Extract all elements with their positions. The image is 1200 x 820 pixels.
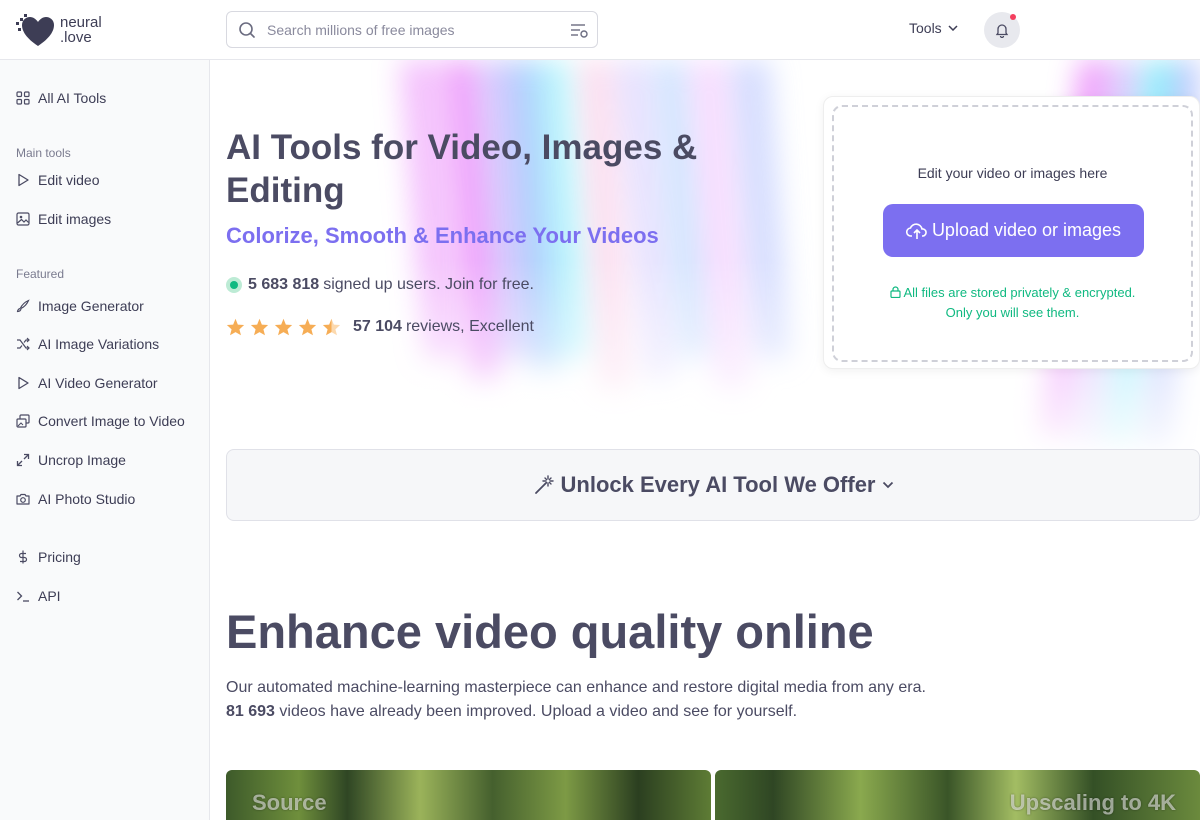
camera-icon bbox=[16, 493, 30, 505]
heart-logo-icon bbox=[16, 14, 54, 46]
section-desc-line-2: videos have already been improved. Uploa… bbox=[279, 703, 798, 720]
sidebar: All AI Tools Main tools Edit video Edit … bbox=[0, 60, 210, 820]
sidebar-item-api[interactable]: API bbox=[16, 588, 61, 604]
secure-line-2: Only you will see them. bbox=[945, 305, 1080, 320]
sidebar-item-video-generator[interactable]: AI Video Generator bbox=[16, 375, 158, 391]
sidebar-item-label: AI Image Variations bbox=[38, 336, 160, 352]
sidebar-item-label: Edit video bbox=[38, 172, 100, 188]
sidebar-item-image-to-video[interactable]: Convert Image to Video bbox=[16, 413, 185, 429]
tools-dropdown[interactable]: Tools bbox=[909, 20, 958, 36]
signup-stats: 5 683 818 signed up users. Join for free… bbox=[226, 276, 534, 294]
users-count: 5 683 818 bbox=[248, 276, 320, 293]
section-desc-line-1: Our automated machine-learning masterpie… bbox=[226, 679, 926, 696]
shuffle-icon bbox=[17, 337, 30, 351]
notification-dot bbox=[1010, 14, 1016, 20]
secure-line-1: All files are stored privately & encrypt… bbox=[903, 285, 1136, 300]
star-half-icon bbox=[322, 318, 341, 336]
sidebar-item-image-variations[interactable]: AI Image Variations bbox=[16, 336, 159, 352]
section-title: Enhance video quality online bbox=[226, 605, 874, 658]
sidebar-item-label: AI Video Generator bbox=[38, 375, 158, 391]
sidebar-item-image-generator[interactable]: Image Generator bbox=[16, 298, 144, 314]
sidebar-item-label: Edit images bbox=[38, 211, 112, 227]
star-icon bbox=[298, 318, 317, 336]
terminal-icon bbox=[17, 591, 29, 602]
upload-button[interactable]: Upload video or images bbox=[883, 204, 1144, 257]
sidebar-item-all-tools[interactable]: All AI Tools bbox=[16, 90, 106, 106]
sidebar-item-photo-studio[interactable]: AI Photo Studio bbox=[16, 491, 135, 507]
videos-count: 81 693 bbox=[226, 703, 275, 720]
logo-text-line2: .love bbox=[60, 29, 92, 46]
image-icon bbox=[16, 212, 30, 226]
star-icon bbox=[250, 318, 269, 336]
search-bar bbox=[226, 11, 598, 48]
upload-hint: Edit your video or images here bbox=[917, 165, 1108, 181]
upload-card: Edit your video or images here Upload vi… bbox=[823, 96, 1200, 369]
sidebar-item-label: AI Photo Studio bbox=[38, 491, 136, 507]
search-filter-icon[interactable] bbox=[561, 21, 597, 39]
before-after-comparison[interactable]: Source Upscaling to 4K bbox=[226, 770, 1200, 820]
sidebar-item-edit-images[interactable]: Edit images bbox=[16, 211, 111, 227]
reviews-summary: 57 104 reviews, Excellent bbox=[226, 318, 534, 336]
main-content: AI Tools for Video, Images & Editing Col… bbox=[210, 60, 1200, 820]
dollar-icon bbox=[18, 550, 28, 564]
grid-icon bbox=[16, 91, 30, 105]
rating-stars bbox=[226, 318, 341, 336]
play-icon bbox=[18, 376, 29, 390]
sidebar-item-label: Image Generator bbox=[38, 298, 144, 314]
reviews-text: reviews, Excellent bbox=[405, 318, 534, 335]
upload-button-label: Upload video or images bbox=[931, 220, 1122, 240]
section-description: Our automated machine-learning masterpie… bbox=[226, 676, 926, 724]
sidebar-item-edit-video[interactable]: Edit video bbox=[16, 172, 99, 188]
sidebar-item-pricing[interactable]: Pricing bbox=[16, 549, 81, 565]
sidebar-heading-main: Main tools bbox=[16, 146, 71, 160]
sidebar-item-label: API bbox=[38, 588, 61, 604]
top-header: neural .love Tools bbox=[0, 0, 1200, 60]
bell-icon bbox=[995, 24, 1009, 38]
unlock-all-tools-button[interactable]: Unlock Every AI Tool We Offer bbox=[226, 449, 1200, 521]
hero-subtitle: Colorize, Smooth & Enhance Your Videos bbox=[226, 223, 659, 248]
upscaled-label: Upscaling to 4K bbox=[1009, 790, 1176, 815]
sidebar-item-label: Pricing bbox=[38, 549, 81, 565]
brush-icon bbox=[16, 299, 30, 313]
source-preview: Source bbox=[226, 770, 711, 820]
secure-note: All files are stored privately & encrypt… bbox=[834, 283, 1191, 323]
search-input[interactable] bbox=[267, 21, 561, 38]
reviews-count: 57 104 bbox=[353, 318, 402, 335]
play-icon bbox=[18, 173, 29, 187]
images-stack-icon bbox=[16, 414, 30, 428]
cloud-upload-icon bbox=[905, 222, 927, 239]
users-text: signed up users. Join for free. bbox=[323, 276, 534, 293]
upscaled-preview: Upscaling to 4K bbox=[715, 770, 1200, 820]
expand-icon bbox=[16, 453, 30, 467]
notifications-button[interactable] bbox=[984, 12, 1020, 48]
sidebar-item-uncrop[interactable]: Uncrop Image bbox=[16, 452, 126, 468]
logo[interactable]: neural .love bbox=[16, 12, 102, 48]
logo-text-line1: neural bbox=[60, 14, 102, 31]
search-icon bbox=[227, 21, 267, 39]
star-icon bbox=[274, 318, 293, 336]
tools-label: Tools bbox=[909, 20, 942, 36]
magic-wand-icon bbox=[534, 475, 554, 494]
source-label: Source bbox=[252, 790, 327, 815]
sidebar-item-label: Convert Image to Video bbox=[38, 413, 185, 429]
unlock-label: Unlock Every AI Tool We Offer bbox=[560, 472, 876, 497]
sidebar-heading-featured: Featured bbox=[16, 267, 65, 281]
sidebar-item-label: Uncrop Image bbox=[38, 452, 126, 468]
live-indicator-icon bbox=[226, 277, 242, 293]
lock-icon bbox=[889, 286, 901, 299]
sidebar-item-label: All AI Tools bbox=[38, 90, 107, 106]
star-icon bbox=[226, 318, 245, 336]
chevron-down-icon bbox=[948, 25, 958, 31]
hero-title: AI Tools for Video, Images & Editing bbox=[226, 128, 698, 210]
chevron-down-icon bbox=[882, 481, 893, 489]
upload-dropzone[interactable]: Edit your video or images here Upload vi… bbox=[832, 105, 1193, 362]
